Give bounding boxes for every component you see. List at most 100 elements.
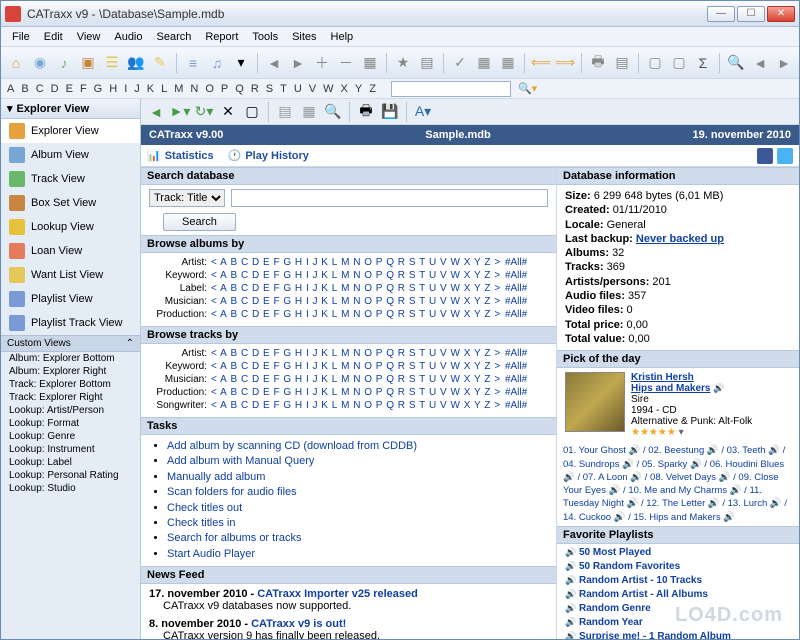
browse-letter[interactable]: A	[220, 257, 227, 268]
want-icon[interactable]: ✎	[149, 52, 171, 74]
browse-letter[interactable]: E	[263, 270, 270, 281]
sidebar-item-track-view[interactable]: Track View	[1, 167, 140, 191]
nav-back-icon[interactable]: ◄	[263, 52, 285, 74]
alpha-O[interactable]: O	[205, 83, 214, 95]
browse-letter[interactable]: O	[364, 309, 372, 320]
browse-letter[interactable]: Z	[484, 257, 490, 268]
fav-playlist-link[interactable]: Random Artist - 10 Tracks	[579, 575, 702, 586]
browse-letter[interactable]: X	[464, 257, 471, 268]
browse-letter[interactable]: B	[231, 309, 238, 320]
browse-letter[interactable]: <	[211, 309, 217, 320]
maximize-button[interactable]: ☐	[737, 6, 765, 22]
browse-letter[interactable]: Z	[484, 361, 490, 372]
note-icon[interactable]: ♪	[53, 52, 75, 74]
view2-icon[interactable]: ▦	[298, 101, 320, 123]
browse-letter[interactable]: Q	[386, 387, 394, 398]
sidebar-item-explorer-view[interactable]: Explorer View	[1, 119, 140, 143]
alpha-G[interactable]: G	[94, 83, 103, 95]
minimize-button[interactable]: —	[707, 6, 735, 22]
browse-letter[interactable]: G	[283, 361, 291, 372]
home-icon[interactable]: ⌂	[5, 52, 27, 74]
browse-letter[interactable]: X	[464, 270, 471, 281]
browse-letter[interactable]: C	[241, 348, 248, 359]
browse-letter[interactable]: V	[440, 387, 447, 398]
stop-icon[interactable]: ✕	[217, 101, 239, 123]
browse-letter[interactable]: Y	[474, 361, 481, 372]
browse-letter[interactable]: #All#	[505, 309, 527, 320]
task-link[interactable]: Add album by scanning CD (download from …	[167, 440, 417, 452]
browse-letter[interactable]: V	[440, 283, 447, 294]
fav-playlist-link[interactable]: Random Year	[579, 617, 643, 628]
alpha-Q[interactable]: Q	[235, 83, 244, 95]
custom-view-item[interactable]: Track: Explorer Right	[1, 391, 140, 404]
browse-letter[interactable]: D	[252, 270, 259, 281]
browse-letter[interactable]: Z	[484, 296, 490, 307]
sidebar-item-lookup-view[interactable]: Lookup View	[1, 215, 140, 239]
browse-letter[interactable]: B	[231, 283, 238, 294]
alpha-L[interactable]: L	[161, 83, 167, 95]
browse-letter[interactable]: <	[211, 296, 217, 307]
browse-letter[interactable]: O	[364, 257, 372, 268]
browse-letter[interactable]: L	[332, 283, 338, 294]
browse-letter[interactable]: Z	[484, 400, 490, 411]
browse-letter[interactable]: #All#	[505, 387, 527, 398]
browse-letter[interactable]: D	[252, 309, 259, 320]
browse-letter[interactable]: D	[252, 387, 259, 398]
menu-audio[interactable]: Audio	[107, 29, 149, 45]
browse-letter[interactable]: #All#	[505, 348, 527, 359]
browse-letter[interactable]: R	[398, 257, 405, 268]
group1-icon[interactable]: ▢	[644, 52, 666, 74]
browse-letter[interactable]: A	[220, 400, 227, 411]
find-icon[interactable]: 🔍	[322, 101, 344, 123]
task-link[interactable]: Scan folders for audio files	[167, 486, 297, 498]
grid3-icon[interactable]: ▦	[497, 52, 519, 74]
browse-letter[interactable]: N	[353, 257, 360, 268]
browse-letter[interactable]: G	[283, 387, 291, 398]
menu-help[interactable]: Help	[324, 29, 361, 45]
browse-letter[interactable]: J	[313, 374, 318, 385]
browse-letter[interactable]: A	[220, 283, 227, 294]
browse-letter[interactable]: H	[295, 283, 302, 294]
nav-fwd-icon[interactable]: ►	[287, 52, 309, 74]
custom-views-header[interactable]: Custom Views⌃	[1, 335, 140, 352]
search-field-select[interactable]: Track: Title	[149, 189, 225, 207]
browse-letter[interactable]: X	[464, 387, 471, 398]
browse-letter[interactable]: Y	[474, 270, 481, 281]
search-icon[interactable]: 🔍▾	[518, 82, 537, 95]
browse-letter[interactable]: T	[419, 283, 425, 294]
browse-letter[interactable]: A	[220, 348, 227, 359]
browse-letter[interactable]: #All#	[505, 257, 527, 268]
menu-sites[interactable]: Sites	[285, 29, 323, 45]
browse-letter[interactable]: I	[306, 387, 309, 398]
browse-letter[interactable]: U	[429, 374, 436, 385]
browse-letter[interactable]: A	[220, 374, 227, 385]
browse-letter[interactable]: B	[231, 374, 238, 385]
font-icon[interactable]: A▾	[412, 101, 434, 123]
browse-letter[interactable]: O	[364, 361, 372, 372]
browse-letter[interactable]: F	[273, 361, 279, 372]
quick-search-input[interactable]	[391, 81, 511, 97]
browse-letter[interactable]: V	[440, 270, 447, 281]
save-icon[interactable]: 💾	[379, 101, 401, 123]
browse-letter[interactable]: K	[321, 283, 328, 294]
browse-letter[interactable]: T	[419, 374, 425, 385]
alpha-H[interactable]: H	[109, 83, 117, 95]
browse-letter[interactable]: C	[241, 387, 248, 398]
browse-letter[interactable]: O	[364, 374, 372, 385]
browse-letter[interactable]: F	[273, 348, 279, 359]
browse-letter[interactable]: <	[211, 270, 217, 281]
browse-letter[interactable]: K	[321, 257, 328, 268]
alpha-X[interactable]: X	[341, 83, 348, 95]
browse-letter[interactable]: S	[409, 374, 416, 385]
check-icon[interactable]: ✓	[449, 52, 471, 74]
browse-letter[interactable]: A	[220, 309, 227, 320]
browse-letter[interactable]: #All#	[505, 296, 527, 307]
forward-icon[interactable]: ►▾	[169, 101, 191, 123]
browse-letter[interactable]: I	[306, 309, 309, 320]
browse-letter[interactable]: W	[450, 270, 459, 281]
browse-letter[interactable]: C	[241, 296, 248, 307]
browse-letter[interactable]: E	[263, 283, 270, 294]
browse-letter[interactable]: W	[450, 374, 459, 385]
browse-letter[interactable]: W	[450, 400, 459, 411]
browse-letter[interactable]: <	[211, 348, 217, 359]
